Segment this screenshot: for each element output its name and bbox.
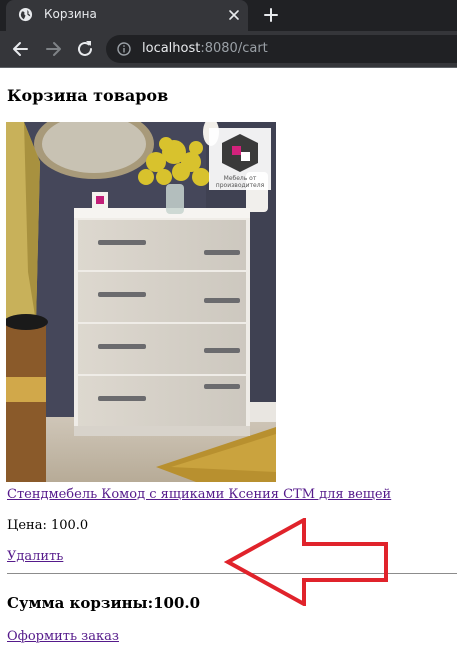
browser-tab-strip: Корзина <box>0 0 457 31</box>
checkout-link[interactable]: Оформить заказ <box>7 629 119 644</box>
product-price: Цена: 100.0 <box>7 518 89 533</box>
browser-toolbar: localhost:8080/cart <box>0 31 457 67</box>
product-image: Мебель от производителя <box>6 122 276 482</box>
page-content: Корзина товаров Мебель от производителя … <box>0 68 457 661</box>
page-title: Корзина товаров <box>7 86 169 105</box>
info-icon[interactable] <box>117 42 131 56</box>
close-icon[interactable] <box>227 8 241 22</box>
address-url[interactable]: localhost:8080/cart <box>142 41 268 56</box>
product-title-link[interactable]: Стендмебель Комод с ящиками Ксения СТМ д… <box>7 487 391 502</box>
url-port-path: :8080/cart <box>200 41 268 56</box>
globe-icon <box>18 7 33 22</box>
delete-item-link[interactable]: Удалить <box>7 549 63 564</box>
logo-line-2: производителя <box>216 182 265 189</box>
logo-line-1: Мебель от <box>224 175 257 182</box>
back-arrow-icon[interactable] <box>11 39 31 59</box>
cart-total: Сумма корзины:100.0 <box>7 594 201 612</box>
address-bar[interactable]: localhost:8080/cart <box>106 35 457 63</box>
browser-tab[interactable]: Корзина <box>6 0 248 31</box>
reload-icon[interactable] <box>75 39 95 59</box>
tab-title: Корзина <box>44 7 97 21</box>
plus-icon[interactable] <box>259 3 283 27</box>
url-host: localhost <box>142 41 201 56</box>
forward-arrow-icon[interactable] <box>43 39 63 59</box>
red-arrow-annotation <box>224 518 388 606</box>
